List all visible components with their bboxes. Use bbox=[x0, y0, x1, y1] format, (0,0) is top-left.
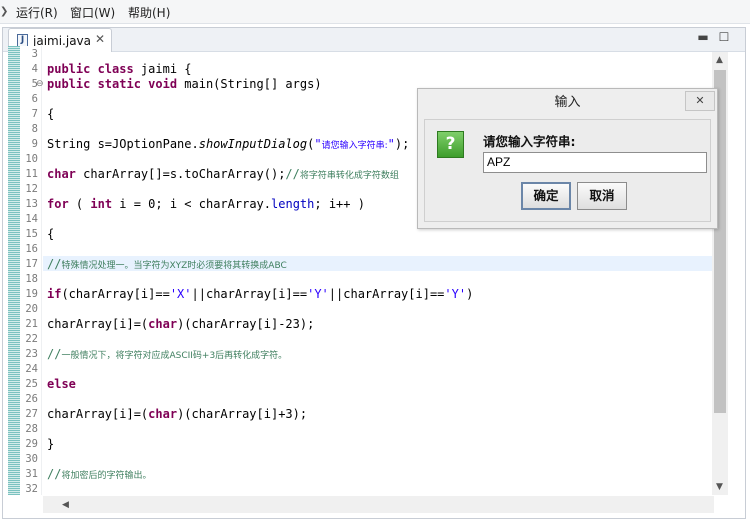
code-line[interactable]: //一般情况下，将字符对应成ASCII码+3后再转化成字符。 bbox=[47, 347, 287, 362]
line-number: 24 bbox=[25, 363, 38, 375]
editor-tab-bar: J jaimi.java ✕ ▬ ☐ bbox=[3, 28, 745, 52]
dialog-input-field[interactable]: APZ bbox=[483, 152, 707, 173]
horizontal-scrollbar[interactable] bbox=[43, 496, 714, 513]
menu-window[interactable]: 窗口(W) bbox=[70, 4, 115, 21]
menu-bar: ❯ 运行(R) 窗口(W) 帮助(H) bbox=[0, 0, 750, 24]
code-line[interactable]: //特殊情况处理一。当字符为XYZ时必须要将其转换成ABC bbox=[47, 257, 287, 272]
code-line[interactable]: } bbox=[47, 437, 54, 452]
code-line[interactable]: for ( int i = 0; i < charArray.length; i… bbox=[47, 197, 365, 212]
menu-help[interactable]: 帮助(H) bbox=[128, 4, 170, 21]
line-number: 31 bbox=[25, 468, 38, 480]
line-number: 3 bbox=[31, 48, 38, 60]
question-icon: ? bbox=[437, 131, 464, 158]
code-line[interactable]: char charArray[]=s.toCharArray();//将字符串转… bbox=[47, 167, 399, 182]
line-number: 12 bbox=[25, 183, 38, 195]
code-line[interactable]: public class jaimi { bbox=[47, 62, 192, 77]
line-number: 11 bbox=[25, 168, 38, 180]
code-line[interactable]: //将加密后的字符输出。 bbox=[47, 467, 151, 482]
scroll-down-icon[interactable]: ▼ bbox=[716, 482, 723, 492]
line-number: 15 bbox=[25, 228, 38, 240]
code-line[interactable]: charArray[i]=(char)(charArray[i]+3); bbox=[47, 407, 307, 422]
line-number: 23 bbox=[25, 348, 38, 360]
code-line[interactable]: public static void main(String[] args) bbox=[47, 77, 322, 92]
maximize-icon[interactable]: ☐ bbox=[716, 30, 732, 44]
line-number: 27 bbox=[25, 408, 38, 420]
code-line[interactable]: { bbox=[47, 107, 54, 122]
dialog-title: 输入 bbox=[418, 89, 717, 116]
scroll-up-icon[interactable]: ▲ bbox=[716, 55, 723, 65]
input-dialog: 输入 ✕ ? 请您输入字符串: APZ 确定 取消 bbox=[417, 88, 718, 229]
dialog-body: ? 请您输入字符串: APZ 确定 取消 bbox=[424, 119, 711, 222]
code-line[interactable]: else bbox=[47, 377, 76, 392]
fold-collapse-icon[interactable]: ⊖ bbox=[36, 77, 44, 92]
line-number: 21 bbox=[25, 318, 38, 330]
line-number: 16 bbox=[25, 243, 38, 255]
menu-edge: ❯ bbox=[0, 6, 9, 17]
line-number: 18 bbox=[25, 273, 38, 285]
line-number: 13 bbox=[25, 198, 38, 210]
code-line[interactable]: if(charArray[i]=='X'||charArray[i]=='Y'|… bbox=[47, 287, 473, 302]
tab-close-icon[interactable]: ✕ bbox=[95, 32, 105, 46]
minimize-icon[interactable]: ▬ bbox=[695, 30, 711, 44]
line-number: 9 bbox=[31, 138, 38, 150]
code-line[interactable]: charArray[i]=(char)(charArray[i]-23); bbox=[47, 317, 314, 332]
line-number: 32 bbox=[25, 483, 38, 495]
line-number: 4 bbox=[31, 63, 38, 75]
line-number: 25 bbox=[25, 378, 38, 390]
line-number: 14 bbox=[25, 213, 38, 225]
line-number: 20 bbox=[25, 303, 38, 315]
line-number: 28 bbox=[25, 423, 38, 435]
dialog-prompt: 请您输入字符串: bbox=[483, 134, 576, 149]
menu-run[interactable]: 运行(R) bbox=[16, 4, 58, 21]
line-number: 10 bbox=[25, 153, 38, 165]
line-number: 8 bbox=[31, 123, 38, 135]
line-number: 17 bbox=[25, 258, 38, 270]
line-number: 29 bbox=[25, 438, 38, 450]
change-ruler bbox=[8, 46, 20, 495]
line-number: 30 bbox=[25, 453, 38, 465]
line-number: 6 bbox=[31, 93, 38, 105]
cancel-button[interactable]: 取消 bbox=[577, 182, 627, 210]
line-number: 7 bbox=[31, 108, 38, 120]
code-line[interactable]: { bbox=[47, 227, 54, 242]
line-number: 26 bbox=[25, 393, 38, 405]
scroll-left-icon[interactable]: ◀ bbox=[62, 500, 69, 510]
line-number: 19 bbox=[25, 288, 38, 300]
code-line[interactable]: String s=JOptionPane.showInputDialog("请您… bbox=[47, 137, 409, 152]
dialog-close-button[interactable]: ✕ bbox=[685, 91, 715, 111]
line-number: 22 bbox=[25, 333, 38, 345]
ok-button[interactable]: 确定 bbox=[521, 182, 571, 210]
